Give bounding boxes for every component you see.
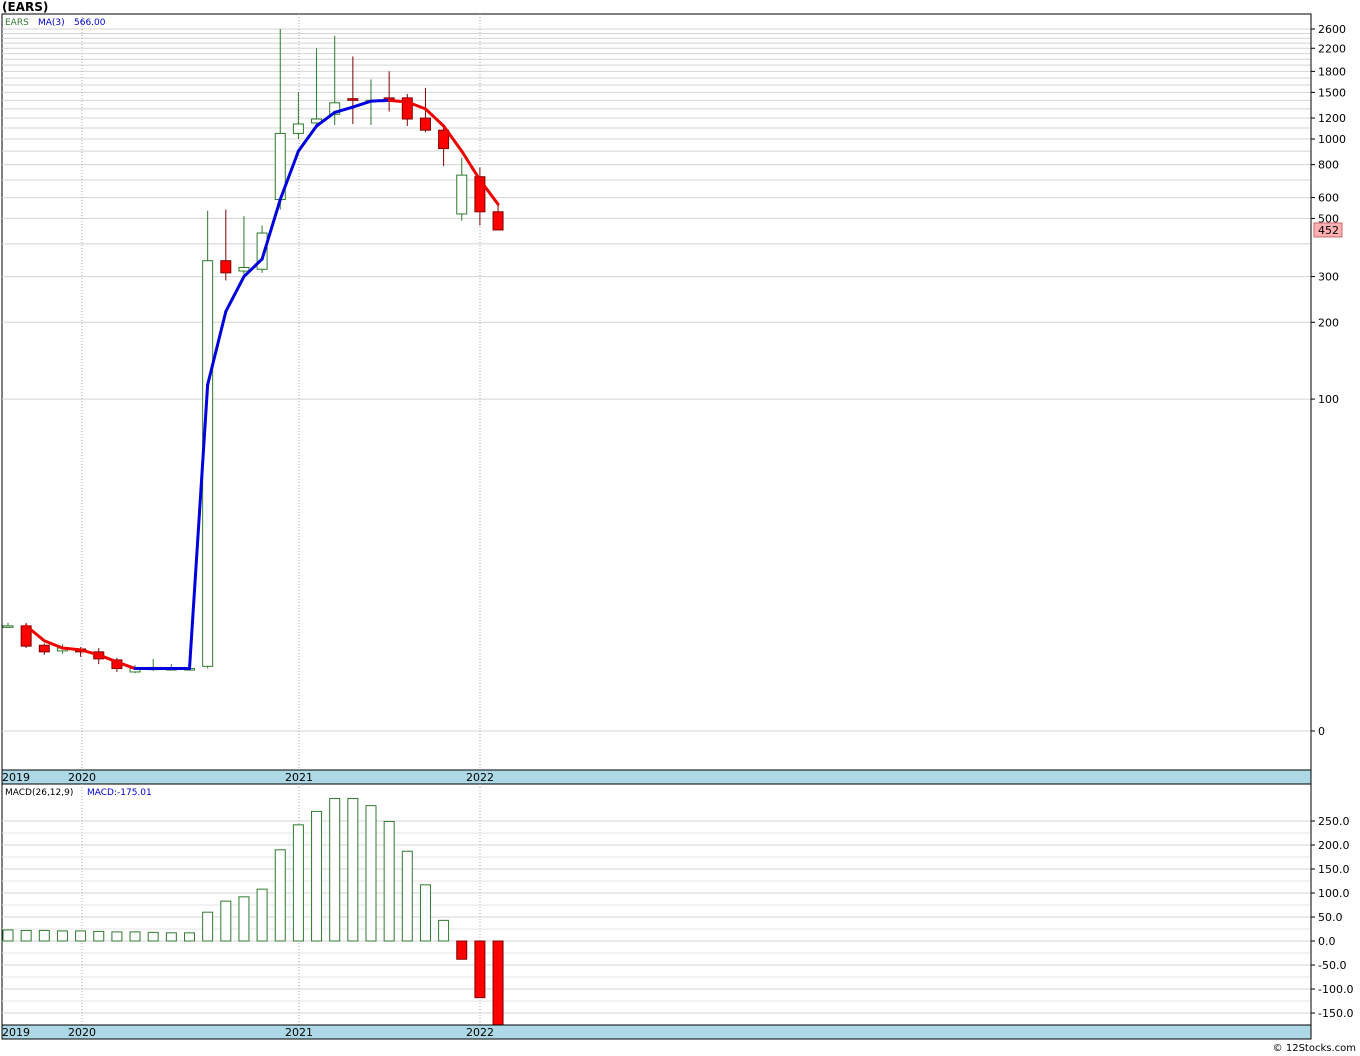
price-y-tick-label: 100	[1318, 393, 1339, 406]
macd-bar	[256, 888, 268, 942]
candle-body	[2, 625, 14, 628]
candle-body	[238, 266, 250, 272]
macd-bar	[38, 929, 50, 942]
copyright-footer: © 12Stocks.com	[1272, 1043, 1356, 1054]
macd-bar	[238, 896, 250, 942]
candle-body	[220, 260, 232, 274]
macd-bar	[438, 919, 450, 942]
price-y-tick-label: 200	[1318, 316, 1339, 329]
macd-x-tick-label: 2019	[2, 1026, 30, 1039]
macd-bar	[20, 929, 32, 942]
candle-body	[38, 644, 50, 653]
macd-y-tick-label: 50.0	[1318, 911, 1343, 924]
macd-y-tick-label: -100.0	[1318, 983, 1353, 996]
macd-bar	[2, 929, 14, 942]
macd-bar	[56, 930, 68, 942]
macd-y-tick-label: 150.0	[1318, 863, 1350, 876]
price-y-tick-label: 0	[1318, 725, 1325, 738]
macd-x-tick-label: 2020	[68, 1026, 96, 1039]
price-plot-area	[1, 13, 1312, 771]
macd-y-tick-label: 100.0	[1318, 887, 1350, 900]
macd-bar	[492, 940, 504, 1026]
price-x-axis-band	[1, 769, 1312, 785]
macd-bar	[111, 931, 123, 942]
ma-line-segment	[387, 98, 409, 104]
macd-y-tick-label: -50.0	[1318, 959, 1346, 972]
macd-x-tick-label: 2021	[285, 1026, 313, 1039]
macd-y-tick-label: 0.0	[1318, 935, 1336, 948]
macd-bar	[347, 797, 359, 942]
candle-body	[419, 117, 431, 131]
macd-bar	[456, 940, 468, 960]
price-y-tick-label: 300	[1318, 271, 1339, 284]
macd-bar	[220, 900, 232, 942]
price-y-tick-label: 1200	[1318, 112, 1346, 125]
price-x-tick-label: 2021	[285, 771, 313, 784]
macd-legend-value: MACD:-175.01	[87, 788, 152, 798]
legend-ma-label: MA(3)	[38, 18, 65, 28]
price-panel: 2600220018001500120010008006005003002001…	[1, 13, 1346, 785]
macd-legend-label: MACD(26,12,9)	[5, 788, 73, 798]
macd-bar	[419, 884, 431, 942]
macd-x-axis-band	[1, 1024, 1312, 1040]
macd-bar	[75, 930, 87, 942]
ma-line-segment	[60, 646, 83, 652]
macd-bar	[401, 850, 413, 942]
candle-body	[492, 211, 504, 231]
legend-ma-value: 566.00	[74, 18, 106, 28]
price-y-tick-label: 600	[1318, 192, 1339, 205]
macd-x-tick-label: 2022	[466, 1026, 494, 1039]
macd-bar	[202, 911, 214, 942]
macd-bar	[292, 824, 304, 942]
macd-y-tick-label: 200.0	[1318, 839, 1350, 852]
macd-bar	[147, 931, 159, 942]
macd-bar	[274, 849, 286, 942]
price-y-tick-label: 2600	[1318, 23, 1346, 36]
candle-body	[456, 174, 468, 215]
legend-symbol: EARS	[5, 18, 29, 28]
candle-body	[347, 98, 359, 101]
last-price-label: 452	[1318, 224, 1339, 237]
price-y-tick-label: 1800	[1318, 65, 1346, 78]
candle-body	[202, 260, 214, 667]
macd-bar	[365, 805, 377, 942]
macd-bar	[329, 797, 341, 942]
macd-bar	[184, 932, 195, 942]
macd-y-tick-label: 250.0	[1318, 815, 1350, 828]
stock-chart: 2600220018001500120010008006005003002001…	[1, 13, 1353, 1040]
price-x-tick-label: 2020	[68, 771, 96, 784]
ma-line-segment	[369, 98, 391, 103]
price-x-tick-label: 2022	[466, 771, 494, 784]
price-y-tick-label: 800	[1318, 159, 1339, 172]
candle-body	[292, 123, 304, 134]
price-y-tick-label: 1500	[1318, 86, 1346, 99]
macd-bar	[474, 940, 486, 999]
price-y-tick-label: 2200	[1318, 42, 1346, 55]
macd-bar	[129, 931, 141, 942]
macd-bar	[165, 932, 177, 942]
price-y-tick-label: 1000	[1318, 133, 1346, 146]
macd-bar	[93, 930, 105, 942]
macd-panel: 250.0 200.0 150.0 100.0 50.0 0.0 -50.0 -100.0 -1…	[1, 783, 1353, 1040]
price-x-tick-label: 2019	[2, 771, 30, 784]
macd-bar	[383, 820, 395, 942]
macd-y-tick-label: -150.0	[1318, 1007, 1353, 1020]
macd-bar	[311, 810, 323, 942]
